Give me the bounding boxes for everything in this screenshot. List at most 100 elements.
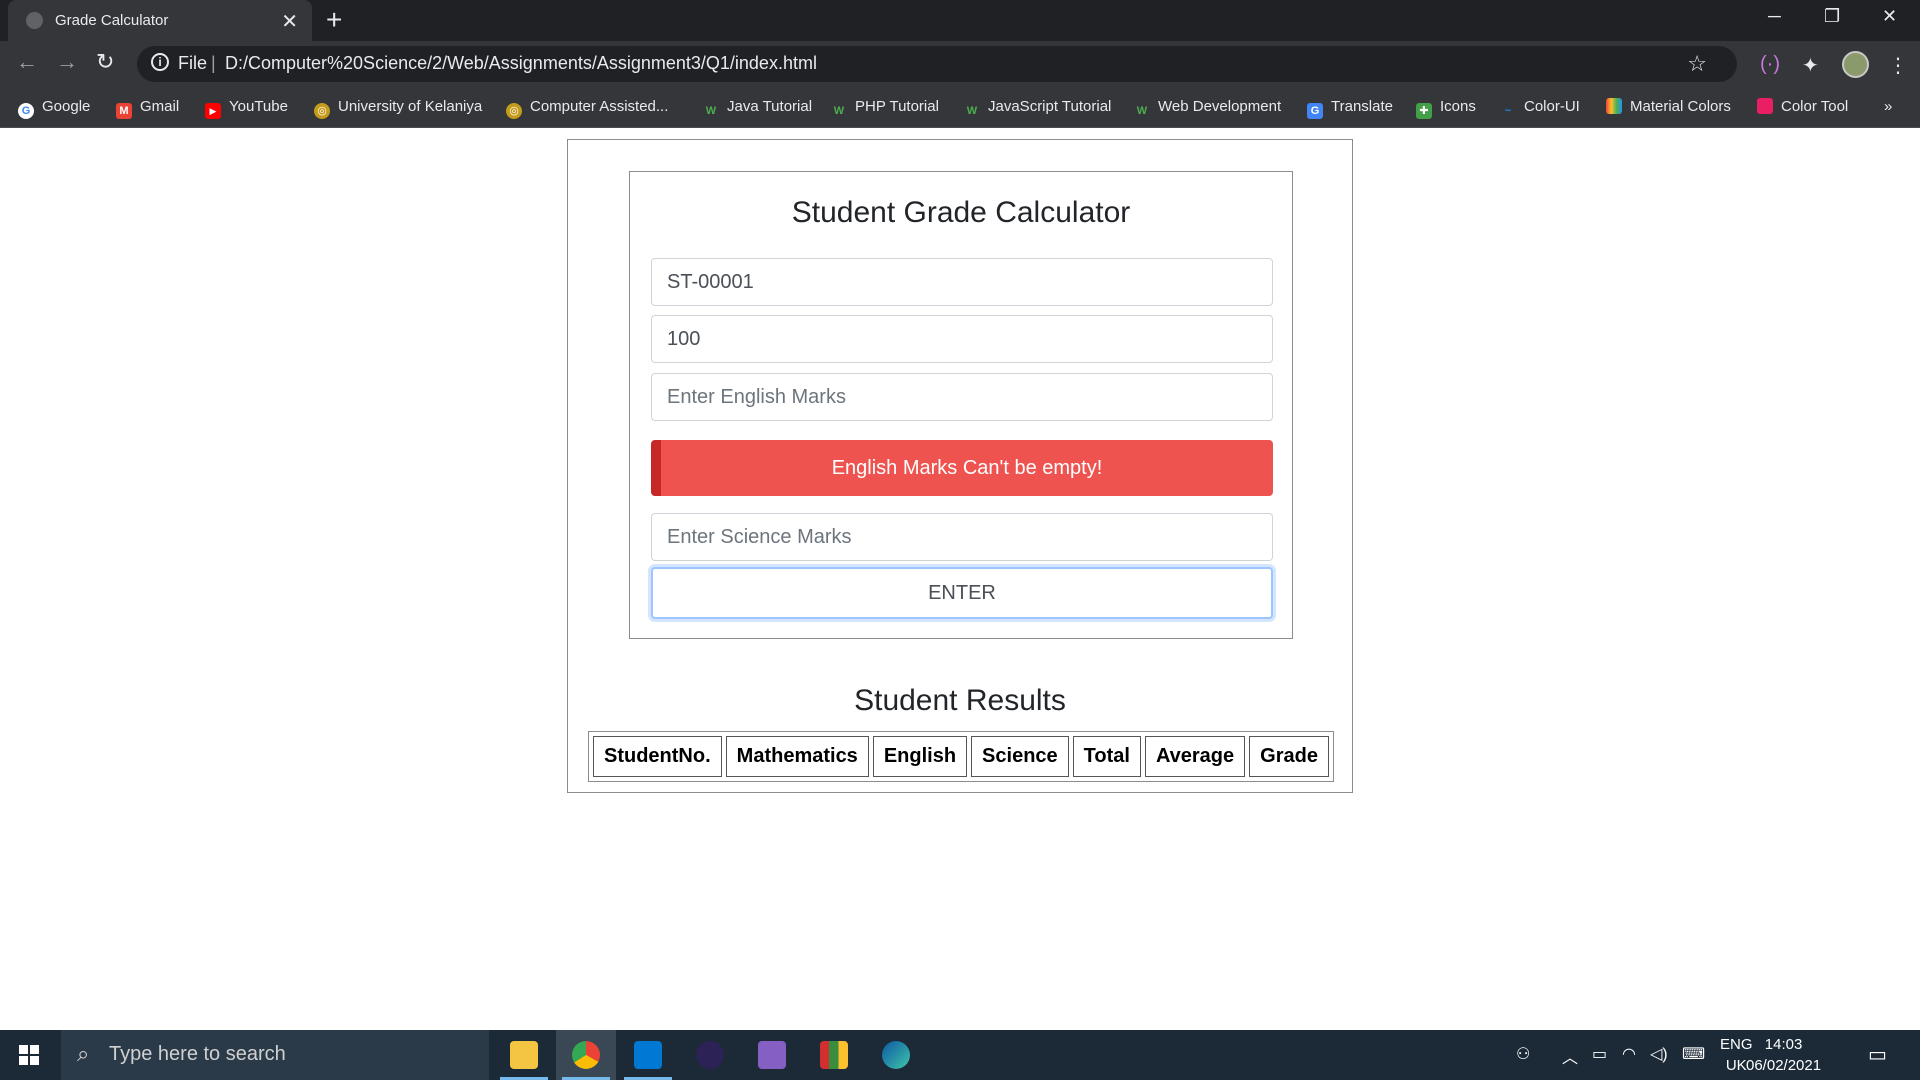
bookmark-web-development[interactable]: W Web Development	[1134, 98, 1281, 119]
bookmarks-overflow-icon[interactable]: »	[1884, 98, 1892, 115]
bookmark-youtube[interactable]: ▶ YouTube	[205, 98, 288, 119]
eclipse-icon	[696, 1041, 724, 1069]
globe-icon	[26, 12, 43, 29]
bookmark-color-ui[interactable]: ~ Color-UI	[1500, 98, 1580, 119]
folder-icon	[510, 1041, 538, 1069]
puzzle-icon[interactable]: ✦	[1802, 53, 1819, 78]
grade-form: Student Grade Calculator English Marks C…	[629, 171, 1293, 639]
header-english: English	[872, 736, 968, 777]
university-icon: ◎	[314, 103, 330, 119]
keyboard-icon[interactable]: ⌨	[1682, 1044, 1705, 1064]
battery-icon[interactable]: ▭	[1592, 1044, 1607, 1064]
visual-studio-icon	[758, 1041, 786, 1069]
menu-dots-icon[interactable]: ⋮	[1888, 53, 1908, 78]
bookmark-computer-assisted[interactable]: ◎ Computer Assisted...	[506, 98, 668, 119]
bookmark-university[interactable]: ◎ University of Kelaniya	[314, 98, 482, 119]
english-error-alert: English Marks Can't be empty!	[651, 440, 1273, 496]
taskbar-search[interactable]: ⌕ Type here to search	[61, 1030, 489, 1080]
tab-close-icon[interactable]: ✕	[281, 9, 298, 34]
material-colors-icon	[1606, 98, 1622, 114]
bookmark-label: PHP Tutorial	[855, 98, 939, 115]
people-icon[interactable]: ⚇	[1516, 1044, 1530, 1064]
table-header-row: StudentNo. Mathematics English Science T…	[593, 736, 1329, 777]
bookmark-label: JavaScript Tutorial	[988, 98, 1112, 115]
bookmark-google[interactable]: G Google	[18, 98, 90, 119]
results-table: StudentNo. Mathematics English Science T…	[588, 731, 1334, 782]
chevron-up-icon[interactable]: ︿	[1562, 1044, 1578, 1068]
math-marks-input[interactable]	[651, 315, 1273, 363]
reload-icon[interactable]: ↻	[96, 49, 114, 75]
tab-strip: Grade Calculator ✕ + ─ ❐ ✕	[0, 0, 1920, 41]
chrome-app[interactable]	[556, 1030, 616, 1080]
google-icon: G	[18, 103, 34, 119]
header-total: Total	[1072, 736, 1141, 777]
vscode-app[interactable]	[618, 1030, 678, 1080]
english-marks-input[interactable]	[651, 373, 1273, 421]
bookmark-javascript-tutorial[interactable]: W JavaScript Tutorial	[964, 98, 1112, 119]
header-grade: Grade	[1249, 736, 1329, 777]
bookmark-java-tutorial[interactable]: W Java Tutorial	[703, 98, 812, 119]
w3schools-icon: W	[833, 105, 845, 117]
bookmark-icons[interactable]: ✚ Icons	[1416, 98, 1476, 119]
restore-button[interactable]: ❐	[1824, 6, 1840, 27]
browser-toolbar: ← → ↻ i File | D:/Computer%20Science/2/W…	[0, 41, 1920, 88]
search-placeholder: Type here to search	[109, 1043, 286, 1065]
header-student-no: StudentNo.	[593, 736, 722, 777]
header-science: Science	[971, 736, 1069, 777]
chrome-icon	[572, 1041, 600, 1069]
browser-tab[interactable]: Grade Calculator ✕	[8, 0, 312, 41]
wifi-icon[interactable]: ◠	[1622, 1044, 1636, 1064]
info-icon[interactable]: i	[151, 53, 169, 71]
bookmark-label: Color Tool	[1781, 98, 1849, 115]
winrar-app[interactable]	[804, 1030, 864, 1080]
bookmark-label: Icons	[1440, 98, 1476, 115]
main-container: Student Grade Calculator English Marks C…	[567, 139, 1353, 793]
w3schools-icon: W	[705, 105, 717, 117]
university-icon: ◎	[506, 103, 522, 119]
close-window-button[interactable]: ✕	[1882, 6, 1897, 27]
volume-icon[interactable]: ◁)	[1650, 1044, 1668, 1064]
science-marks-input[interactable]	[651, 513, 1273, 561]
taskbar: ⌕ Type here to search ⚇ ︿ ▭ ◠ ◁) ⌨ ENG U…	[0, 1030, 1920, 1080]
bookmark-label: Material Colors	[1630, 98, 1731, 115]
results-title: Student Results	[854, 684, 1066, 717]
extension-icon[interactable]: (·)	[1760, 53, 1780, 76]
color-tool-icon	[1757, 98, 1773, 114]
bookmarks-bar: G Google M Gmail ▶ YouTube ◎ University of K…	[0, 88, 1920, 128]
address-bar[interactable]: i File | D:/Computer%20Science/2/Web/Ass…	[137, 46, 1737, 82]
forward-arrow-icon[interactable]: →	[56, 49, 78, 75]
clock-time: 14:03	[1764, 1036, 1803, 1053]
bookmark-label: Java Tutorial	[727, 98, 813, 115]
bookmark-translate[interactable]: G Translate	[1307, 98, 1393, 119]
form-title: Student Grade Calculator	[791, 196, 1131, 229]
minimize-button[interactable]: ─	[1768, 6, 1781, 27]
clock[interactable]: 14:03 06/02/2021	[1746, 1034, 1821, 1076]
visual-studio-app[interactable]	[742, 1030, 802, 1080]
bookmark-php-tutorial[interactable]: W PHP Tutorial	[831, 98, 939, 119]
back-arrow-icon[interactable]: ←	[16, 49, 38, 75]
bookmark-gmail[interactable]: M Gmail	[116, 98, 179, 119]
new-tab-button[interactable]: +	[326, 4, 342, 36]
student-no-input[interactable]	[651, 258, 1273, 306]
enter-button[interactable]: ENTER	[651, 567, 1273, 619]
vscode-icon	[634, 1041, 662, 1069]
w3schools-icon: W	[966, 105, 978, 117]
bookmark-star-icon[interactable]: ☆	[1687, 51, 1707, 77]
avatar[interactable]	[1842, 51, 1869, 78]
edge-app[interactable]	[866, 1030, 926, 1080]
bookmark-label: Google	[42, 98, 91, 115]
notification-icon[interactable]: ▭	[1868, 1042, 1887, 1067]
translate-icon: G	[1307, 103, 1323, 119]
address-separator: |	[211, 53, 216, 73]
icons-icon: ✚	[1416, 103, 1432, 119]
bookmark-material-colors[interactable]: Material Colors	[1606, 98, 1731, 115]
winrar-icon	[820, 1041, 848, 1069]
bookmark-label: YouTube	[229, 98, 288, 115]
scheme-label: File	[178, 53, 208, 73]
windows-start-icon[interactable]	[19, 1045, 39, 1065]
url-text[interactable]: D:/Computer%20Science/2/Web/Assignments/…	[225, 53, 817, 74]
file-explorer-app[interactable]	[494, 1030, 554, 1080]
eclipse-app[interactable]	[680, 1030, 740, 1080]
color-ui-icon: ~	[1504, 105, 1512, 117]
bookmark-color-tool[interactable]: Color Tool	[1757, 98, 1848, 115]
